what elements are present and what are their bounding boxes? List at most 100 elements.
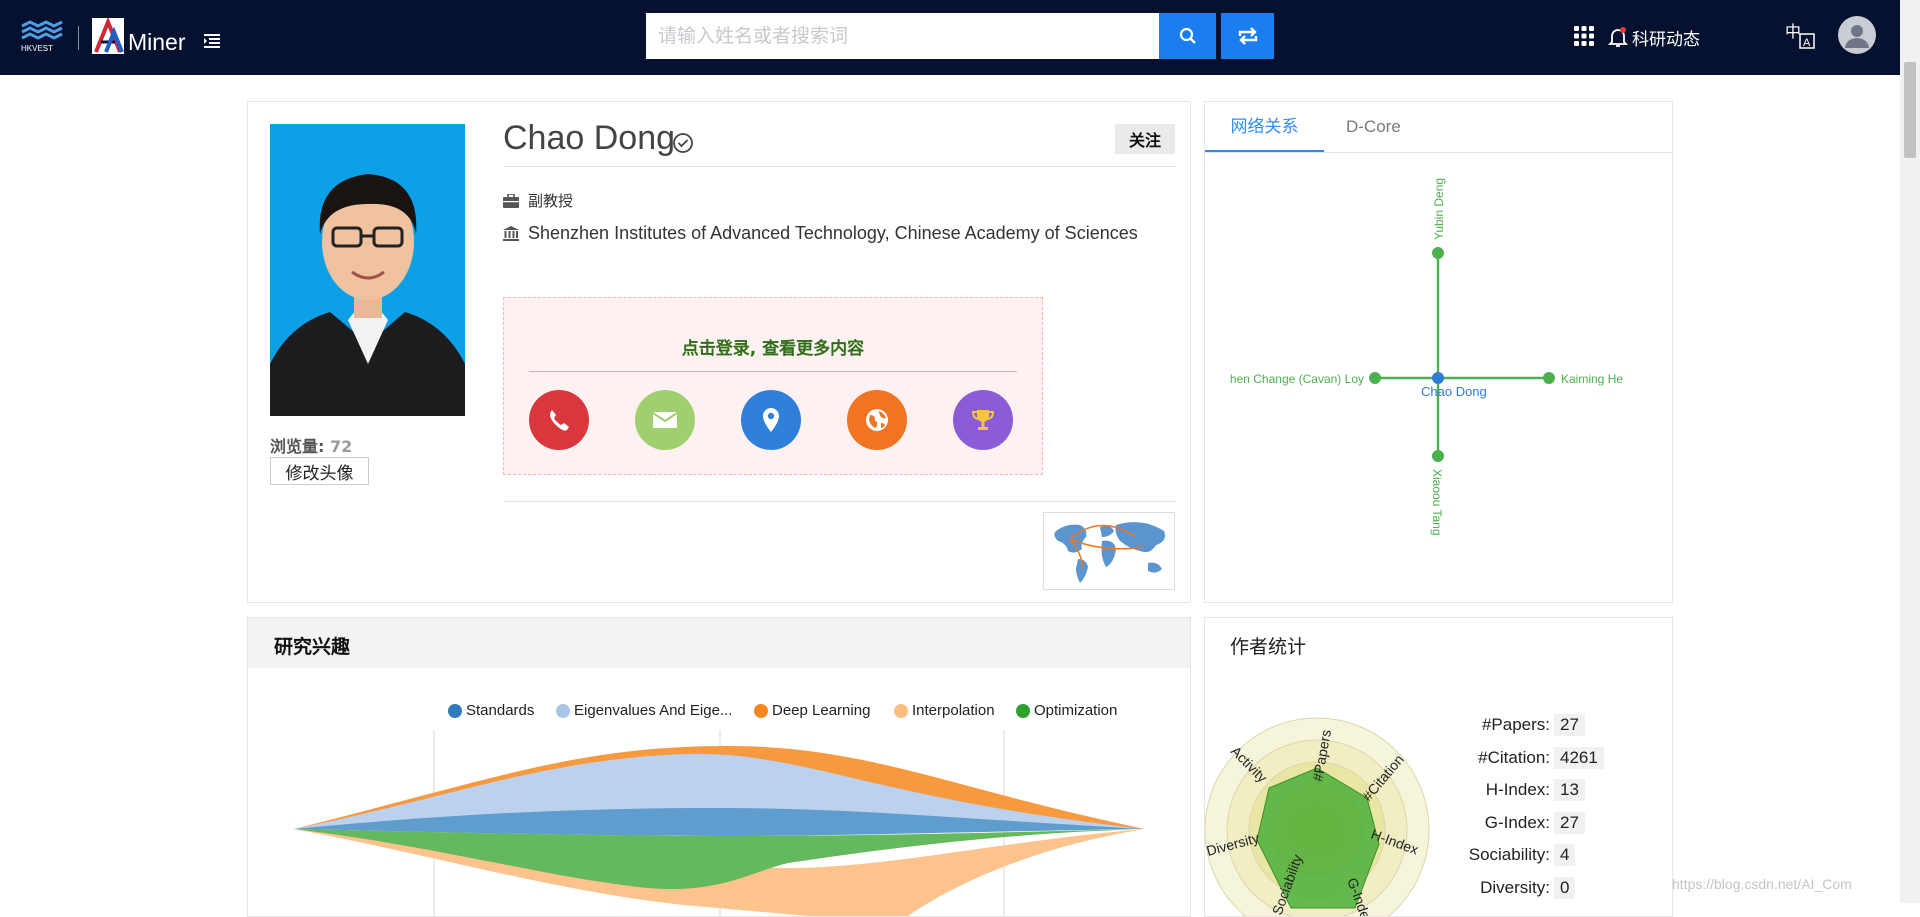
aminer-logo-text: Miner [128,29,186,55]
legend-dot [754,703,768,718]
profile-photo [270,124,465,416]
stat-row-sociability: Sociability: 4 [1445,844,1645,866]
legend-label: Eigenvalues And Eige... [574,702,733,719]
login-prompt-box: 点击登录, 查看更多内容 [503,297,1043,475]
research-news-label: 科研动态 [1632,29,1700,50]
tab-network[interactable]: 网络关系 [1205,102,1324,152]
network-node[interactable] [1369,372,1381,384]
apps-grid-icon[interactable] [1573,25,1595,47]
stat-label: Diversity: [1480,878,1550,897]
search-input[interactable] [646,13,1159,59]
interest-streamgraph[interactable] [248,618,1190,916]
homepage-button[interactable] [847,390,907,450]
author-stats-card: 作者统计 #Papers #Citation H-Index G-Index S… [1204,617,1673,917]
search-button[interactable] [1159,13,1216,59]
hkvest-logo[interactable]: HKVEST [18,20,66,54]
trophy-icon [971,410,995,430]
user-silhouette [1845,25,1869,48]
network-node[interactable] [1543,372,1555,384]
edit-avatar-button[interactable]: 修改头像 [270,457,369,485]
stat-row-diversity: Diversity: 0 [1445,877,1645,899]
world-map-thumbnail[interactable] [1043,512,1175,590]
stat-value: 4261 [1554,747,1604,769]
bell-icon [1608,27,1628,47]
verified-check-icon [673,133,693,153]
stat-label: H-Index: [1485,780,1550,799]
node-label-kaiming-he: Kaiming He [1561,372,1623,386]
network-card: 网络关系 D-Core Chao Dong Yubin Deng Kaiming… [1204,101,1673,603]
stat-label: #Citation: [1478,748,1550,767]
position-row: 副教授 [503,190,573,211]
stat-value: 0 [1554,877,1576,899]
login-prompt-link[interactable]: 点击登录, 查看更多内容 [504,334,1042,359]
legend-item[interactable]: Standards [448,702,534,719]
name-divider [503,166,1176,167]
location-button[interactable] [741,390,801,450]
institution-row: Shenzhen Institutes of Advanced Technolo… [503,223,1138,244]
scrollbar-thumb[interactable] [1904,62,1916,158]
position-title: 副教授 [528,192,574,210]
stat-row-papers: #Papers: 27 [1445,714,1645,736]
stat-label: Sociability: [1468,845,1550,864]
svg-text:HKVEST: HKVEST [21,44,53,53]
search-mode-toggle-button[interactable] [1221,13,1274,59]
legend-label: Optimization [1034,702,1118,719]
login-prompt-divider [529,371,1017,372]
network-center-node[interactable] [1432,372,1444,384]
legend-label: Deep Learning [772,702,871,719]
legend-label: Interpolation [912,702,995,719]
scholar-name: Chao Dong [503,119,676,157]
top-navbar: HKVEST Miner 请输入姓名或者搜索词 科研动态 中 A [0,0,1900,75]
user-avatar-icon[interactable] [1838,16,1876,54]
coauthor-network-graph[interactable]: Chao Dong Yubin Deng Kaiming He Xiaoou T… [1205,154,1672,602]
legend-dot [556,703,570,718]
tab-dcore[interactable]: D-Core [1346,102,1401,152]
page-scrollbar[interactable] [1900,0,1920,903]
stat-row-hindex: H-Index: 13 [1445,779,1645,801]
network-node[interactable] [1432,247,1444,259]
stat-value: 27 [1554,812,1585,834]
email-icon [652,412,678,428]
view-count-value: 72 [329,437,353,456]
institution-name[interactable]: Shenzhen Institutes of Advanced Technolo… [528,223,1138,244]
center-node-label: Chao Dong [1421,384,1487,399]
legend-dot [1016,703,1030,718]
stat-row-gindex: G-Index: 27 [1445,812,1645,834]
follow-button[interactable]: 关注 [1115,124,1175,154]
legend-item[interactable]: Eigenvalues And Eige... [556,702,732,719]
globe-icon [866,409,888,431]
watermark-text: https://blog.csdn.net/AI_Com [1672,876,1852,892]
node-label-yubin-deng: Yubin Deng [1432,178,1446,240]
legend-dot [894,703,908,718]
view-count-label: 浏览量: [270,437,325,456]
location-icon [763,408,779,432]
stat-row-citation: #Citation: 4261 [1445,747,1645,769]
stat-label: #Papers: [1481,715,1550,734]
research-news-button[interactable]: 科研动态 [1608,24,1700,50]
stat-value: 13 [1554,779,1585,801]
profile-card: 浏览量: 72 修改头像 Chao Dong 关注 副教授 Shenzhen I… [247,101,1191,603]
svg-text:A: A [1803,37,1811,49]
phone-icon [550,410,569,431]
legend-label: Standards [466,702,535,719]
legend-item[interactable]: Interpolation [894,702,995,719]
briefcase-icon [503,193,519,208]
award-button[interactable] [953,390,1013,450]
world-map-icon [1054,522,1165,583]
node-label-chen-change-loy: Chen Change (Cavan) Loy [1221,372,1364,386]
svg-text:中: 中 [1785,22,1801,41]
node-label-xiaoou-tang: Xiaoou Tang [1430,469,1444,536]
stat-value: 27 [1554,714,1585,736]
portrait-illustration [270,124,465,416]
profile-divider [503,501,1176,502]
legend-item[interactable]: Optimization [1016,702,1117,719]
menu-icon[interactable] [204,33,224,49]
swap-icon [1238,27,1257,45]
graph-clip-mask [1205,354,1229,394]
network-node[interactable] [1432,450,1444,462]
legend-item[interactable]: Deep Learning [754,702,870,719]
stats-radar-chart[interactable]: #Papers #Citation H-Index G-Index Sociab… [1205,618,1445,916]
email-button[interactable] [635,390,695,450]
language-icon[interactable]: 中 A [1784,20,1816,52]
phone-button[interactable] [529,390,589,450]
